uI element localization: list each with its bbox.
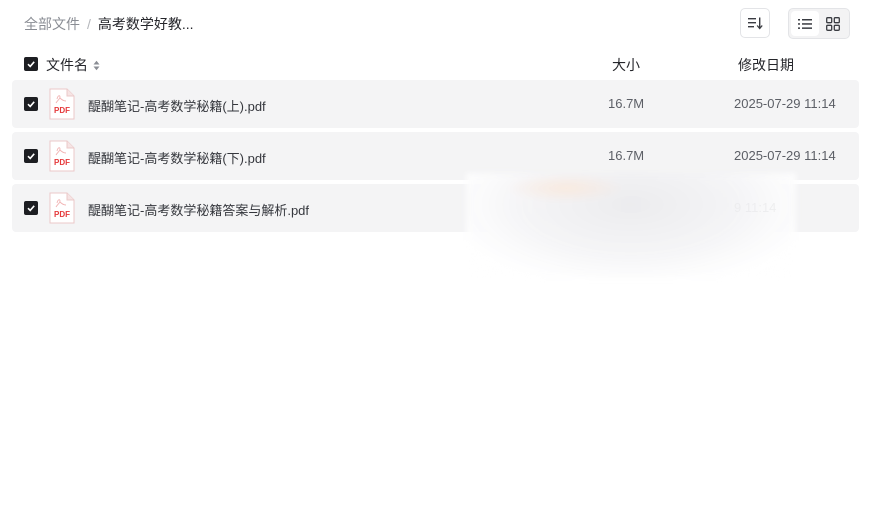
file-name[interactable]: 醍醐笔记-高考数学秘籍(下).pdf [88, 148, 266, 167]
file-modified-date: 2025-07-29 11:14 [734, 96, 836, 111]
checkmark-icon [27, 153, 35, 160]
file-checkbox[interactable] [24, 201, 38, 215]
file-list-header: 文件名 大小 修改日期 [0, 52, 874, 76]
grid-view-button[interactable] [819, 11, 847, 36]
file-checkbox[interactable] [24, 97, 38, 111]
size-column-header[interactable]: 大小 [612, 55, 640, 75]
checkmark-icon [27, 101, 35, 108]
file-row[interactable]: PDF 醍醐笔记-高考数学秘籍(上).pdf 16.7M 2025-07-29 … [12, 80, 859, 128]
breadcrumb-current-folder: 高考数学好教... [97, 16, 194, 32]
breadcrumb-root-link[interactable]: 全部文件 [24, 14, 80, 34]
blurred-overlay [466, 173, 796, 278]
sort-icon [748, 17, 763, 30]
file-size: 16.7M [608, 96, 645, 111]
list-view-icon [798, 18, 812, 29]
select-all-checkbox[interactable] [24, 57, 38, 71]
breadcrumb: 全部文件 / 高考数学好教... [24, 14, 194, 34]
list-view-button[interactable] [791, 11, 819, 36]
name-column-label: 文件名 [46, 57, 88, 73]
svg-text:PDF: PDF [54, 106, 70, 115]
grid-view-icon [826, 16, 840, 31]
file-browser: 全部文件 / 高考数学好教... 文件名 大小 修改日期 PDF 醍醐笔记-高考… [0, 0, 874, 514]
breadcrumb-separator: / [87, 16, 91, 32]
view-mode-toggle [788, 8, 850, 39]
pdf-icon: PDF [49, 192, 75, 224]
file-modified-date: 2025-07-29 11:14 [734, 148, 836, 163]
svg-text:PDF: PDF [54, 210, 70, 219]
pdf-icon: PDF [49, 140, 75, 172]
file-name[interactable]: 醍醐笔记-高考数学秘籍答案与解析.pdf [88, 200, 309, 219]
sort-button[interactable] [740, 8, 770, 38]
checkmark-icon [27, 205, 35, 212]
file-size: 16.7M [608, 148, 645, 163]
file-name[interactable]: 醍醐笔记-高考数学秘籍(上).pdf [88, 96, 266, 115]
file-checkbox[interactable] [24, 149, 38, 163]
date-column-header[interactable]: 修改日期 [738, 55, 794, 75]
svg-text:PDF: PDF [54, 158, 70, 167]
checkmark-icon [27, 61, 35, 68]
name-column-header[interactable]: 文件名 [46, 55, 100, 75]
pdf-icon: PDF [49, 88, 75, 120]
sort-caret-icon[interactable] [93, 60, 100, 71]
